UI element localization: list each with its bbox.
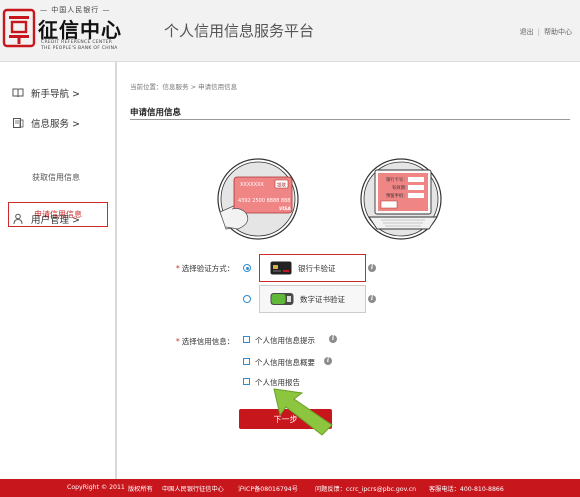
- form-line-card-number: 银行卡号：: [386, 176, 407, 183]
- page: — 中国人民银行 — 征信中心 CREDIT REFERENCE CENTER …: [0, 0, 580, 497]
- breadcrumb: 当前位置：信息服务 > 申请信用信息: [130, 83, 238, 91]
- option-digital-cert-verify[interactable]: 数字证书验证: [259, 285, 366, 313]
- header: — 中国人民银行 — 征信中心 CREDIT REFERENCE CENTER …: [0, 0, 580, 62]
- footer-copyright: CopyRight © 2011: [67, 484, 125, 491]
- footer-icp[interactable]: 沪ICP备08016794号: [238, 484, 298, 493]
- card-number-text: 4392 2500 8888 888: [238, 198, 291, 204]
- platform-title: 个人信用信息服务平台: [164, 22, 315, 40]
- info-icon[interactable]: i: [329, 335, 337, 343]
- laptop-form-illustration: 银行卡号： 有效期： 预留手机：: [360, 158, 442, 240]
- verify-method-label-text: 选择验证方式：: [181, 264, 235, 273]
- card-chip-label: 银联: [277, 182, 286, 189]
- option-bank-card-verify[interactable]: 银行卡验证: [259, 254, 366, 282]
- sidebar-item-user-management[interactable]: 用户管理 >: [12, 212, 80, 226]
- top-links: 退出 | 帮助中心: [520, 27, 572, 37]
- option-label: 银行卡验证: [298, 263, 336, 273]
- card-brand-text: XXXXXXX: [240, 182, 265, 188]
- option-label: 数字证书验证: [300, 294, 345, 304]
- document-icon: [13, 118, 24, 128]
- page-title: 申请信用信息: [130, 108, 182, 118]
- sidebar-subitem-get-credit-info[interactable]: 获取信用信息: [32, 172, 80, 183]
- bank-card-icon: [270, 261, 292, 275]
- required-mark: *: [176, 264, 180, 273]
- title-divider: [130, 119, 570, 120]
- user-icon: [13, 213, 23, 225]
- sidebar-subitem-label: 获取信用信息: [32, 173, 80, 182]
- verify-method-label: * 选择验证方式：: [176, 263, 234, 274]
- checkbox-credit-summary[interactable]: [243, 358, 250, 365]
- radio-digital-cert[interactable]: [243, 295, 251, 303]
- footer: CopyRight © 2011 版权所有 中国人民银行征信中心 沪ICP备08…: [0, 479, 580, 497]
- credit-info-label: * 选择信用信息：: [176, 336, 234, 347]
- credit-info-label-text: 选择信用信息：: [181, 337, 235, 346]
- required-mark: *: [176, 337, 180, 346]
- checkbox-credit-hint[interactable]: [243, 336, 250, 343]
- footer-phone: 客服电话：400-810-8866: [429, 486, 504, 493]
- bank-card-illustration: 银联 XXXXXXX 4392 2500 8888 888 VISA: [217, 158, 299, 240]
- sidebar-item-label: 新手导航 >: [31, 89, 80, 100]
- help-center-link[interactable]: 帮助中心: [544, 28, 572, 36]
- logo-english-line2: THE PEOPLE'S BANK OF CHINA: [41, 46, 118, 51]
- form-line-phone: 预留手机：: [386, 192, 407, 199]
- logout-link[interactable]: 退出: [520, 28, 534, 36]
- footer-rights: 版权所有: [128, 486, 153, 493]
- usb-key-icon: [270, 293, 294, 305]
- radio-bank-card[interactable]: [243, 264, 251, 272]
- sidebar-item-label: 用户管理 >: [31, 215, 80, 226]
- info-icon[interactable]: i: [368, 264, 376, 272]
- pointer-arrow-icon: [273, 388, 333, 436]
- card-network-text: VISA: [279, 206, 291, 212]
- checkbox-label: 个人信用信息提示: [255, 336, 315, 345]
- credit-center-seal-icon: [2, 8, 36, 48]
- logo-english-line1: CREDIT REFERENCE CENTER: [41, 40, 113, 45]
- form-line-expiry: 有效期：: [392, 184, 409, 191]
- sidebar-item-guide[interactable]: 新手导航 >: [12, 86, 80, 100]
- checkbox-label: 个人信用信息概要: [255, 358, 315, 367]
- sidebar-item-info-service[interactable]: 信息服务 >: [12, 116, 80, 130]
- logo-name: 征信中心: [38, 18, 122, 42]
- book-icon: [12, 88, 24, 98]
- sidebar: 新手导航 > 信息服务 > 申请信用信息 获取信用信息 用户管理 >: [0, 62, 117, 479]
- info-icon[interactable]: i: [368, 295, 376, 303]
- sidebar-item-label: 信息服务 >: [31, 119, 80, 130]
- footer-owner: 中国人民银行征信中心: [162, 486, 224, 493]
- info-icon[interactable]: i: [324, 357, 332, 365]
- footer-feedback[interactable]: 问题反馈：ccrc_ipcrs@pbc.gov.cn: [315, 484, 416, 493]
- checkbox-credit-report[interactable]: [243, 378, 250, 385]
- link-separator: |: [537, 28, 540, 36]
